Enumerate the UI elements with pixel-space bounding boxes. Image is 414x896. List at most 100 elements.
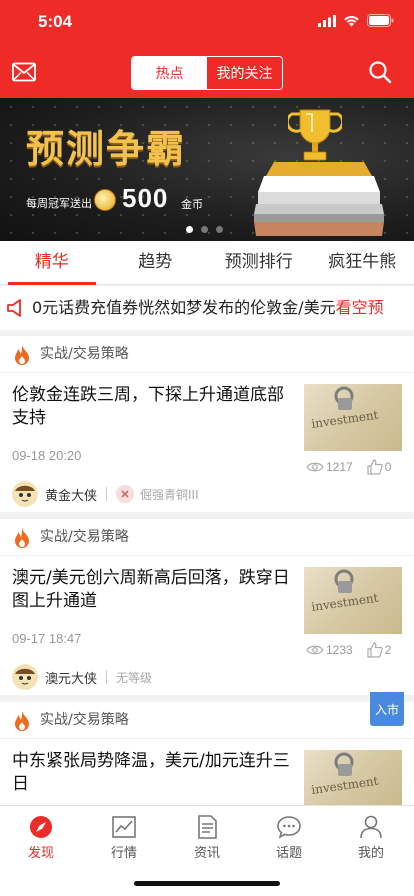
views-count: 1217 (326, 460, 353, 474)
avatar[interactable] (12, 664, 38, 690)
tab-crazy-bull-bear[interactable]: 疯狂牛熊 (311, 241, 414, 284)
tabbar-label: 资讯 (193, 846, 220, 861)
status-bar: 5:04 (0, 0, 414, 46)
investment-image-icon: investment (310, 386, 379, 431)
article-author[interactable]: 澳元大侠 无等级 (12, 663, 152, 691)
status-time: 5:04 (38, 12, 73, 31)
category-label: 实战/交易策略 (40, 712, 129, 728)
tab-featured[interactable]: 精华 (0, 241, 104, 285)
article-card[interactable]: 实战/交易策略 澳元/美元创六周新高后回落，跌穿日图上升通道 09-17 18:… (0, 519, 414, 695)
page-dot (216, 226, 223, 233)
rank-badge-icon (116, 485, 135, 503)
banner-title: 预测争霸 (26, 126, 187, 171)
ticker-highlight: 看空预 (335, 298, 384, 317)
feed-segment-control: 热点 我的关注 (131, 56, 283, 90)
category-tabs: 精华 趋势 预测排行 疯狂牛熊 (0, 241, 414, 285)
thumbs-up-icon (367, 642, 383, 658)
podium-illustration (254, 162, 384, 236)
views-count: 1233 (326, 643, 353, 657)
speaker-icon (7, 299, 21, 317)
investment-image-icon: investment (310, 752, 379, 797)
gold-coin-icon (94, 189, 116, 211)
segment-hot[interactable]: 热点 (132, 57, 207, 89)
fire-icon (15, 711, 29, 731)
tabbar-label: 话题 (275, 846, 302, 861)
eye-icon (306, 462, 324, 472)
author-name: 黄金大侠 (45, 488, 98, 504)
chart-line-icon (112, 816, 136, 838)
tabbar-label: 发现 (27, 846, 54, 861)
investment-image-icon: investment (310, 569, 379, 614)
divider (106, 670, 108, 684)
tabbar-market[interactable]: 行情 (94, 814, 154, 861)
tabbar-label: 行情 (110, 846, 137, 861)
mail-icon[interactable] (12, 62, 36, 82)
trophy-icon (288, 109, 342, 161)
battery-icon (367, 14, 394, 27)
likes-group[interactable]: 2 (367, 642, 392, 658)
likes-group[interactable]: 0 (367, 459, 392, 475)
article-title[interactable]: 澳元/美元创六周新高后回落，跌穿日图上升通道 (12, 567, 297, 613)
article-thumbnail: investment (304, 567, 402, 634)
banner-unit: 金币 (181, 198, 203, 211)
eye-icon (306, 645, 324, 655)
author-name: 澳元大侠 (45, 671, 98, 687)
banner-amount: 500 (122, 183, 169, 213)
svg-text:investment: investment (310, 591, 379, 614)
person-icon (360, 815, 382, 839)
article-thumbnail: investment (304, 750, 402, 805)
tabbar-topics[interactable]: 话题 (259, 814, 319, 861)
likes-count: 2 (384, 643, 392, 657)
ticker-message: 0元话费充值券恍然如梦发布的伦敦金/美元 (32, 298, 336, 317)
svg-text:investment: investment (310, 774, 379, 797)
article-date: 09-17 18:47 (12, 631, 82, 646)
article-date: 09-18 20:20 (12, 448, 82, 463)
announcement-ticker[interactable]: 0元话费充值券恍然如梦发布的伦敦金/美元看空预 (0, 286, 414, 330)
home-indicator (134, 881, 280, 886)
article-category: 实战/交易策略 (0, 702, 414, 739)
banner-subtitle: 每周冠军送出 (26, 197, 92, 210)
category-label: 实战/交易策略 (40, 346, 129, 362)
chat-bubble-icon (277, 816, 301, 839)
article-card[interactable]: 实战/交易策略 入市 中东紧张局势降温，美元/加元连升三日 investment (0, 692, 414, 805)
ticker-text: 0元话费充值券恍然如梦发布的伦敦金/美元看空预 (32, 286, 384, 330)
category-label: 实战/交易策略 (40, 529, 129, 545)
svg-text:investment: investment (310, 408, 379, 431)
search-icon[interactable] (368, 60, 392, 84)
article-author[interactable]: 黄金大侠 倔强青铜III (12, 480, 199, 508)
views-group: 1233 (306, 643, 353, 657)
tabbar-news[interactable]: 资讯 (177, 814, 237, 861)
system-icons (318, 14, 394, 27)
article-stats: 1217 0 (306, 459, 391, 475)
top-header: 热点 我的关注 (0, 46, 414, 98)
article-thumbnail: investment (304, 384, 402, 451)
fire-icon (15, 528, 29, 548)
segment-following[interactable]: 我的关注 (207, 57, 282, 89)
wifi-icon (344, 15, 359, 26)
tabbar-me[interactable]: 我的 (341, 814, 401, 861)
banner-page-dots (186, 226, 223, 233)
tabbar-discover[interactable]: 发现 (11, 814, 71, 861)
views-group: 1217 (306, 460, 353, 474)
author-level: 倔强青铜III (140, 487, 199, 502)
article-category: 实战/交易策略 (0, 336, 414, 373)
article-card[interactable]: 实战/交易策略 伦敦金连跌三周，下探上升通道底部支持 09-18 20:20 i… (0, 336, 414, 512)
tab-forecast-rank[interactable]: 预测排行 (207, 241, 311, 284)
article-title[interactable]: 伦敦金连跌三周，下探上升通道底部支持 (12, 384, 297, 430)
signal-icon (318, 14, 336, 27)
fire-icon (15, 345, 29, 365)
thumbs-up-icon (367, 459, 383, 475)
entry-badge: 入市 (370, 692, 404, 726)
promo-banner[interactable]: 预测争霸 每周冠军送出 500 金币 (0, 98, 414, 241)
page-dot (201, 226, 208, 233)
article-stats: 1233 2 (306, 642, 391, 658)
page-dot-active (186, 226, 193, 233)
article-title[interactable]: 中东紧张局势降温，美元/加元连升三日 (12, 750, 297, 796)
compass-icon (30, 816, 52, 838)
avatar[interactable] (12, 481, 38, 507)
article-category: 实战/交易策略 (0, 519, 414, 556)
tab-trends[interactable]: 趋势 (104, 241, 208, 284)
tabbar-label: 我的 (357, 846, 384, 861)
author-level: 无等级 (116, 670, 153, 685)
likes-count: 0 (384, 460, 392, 474)
